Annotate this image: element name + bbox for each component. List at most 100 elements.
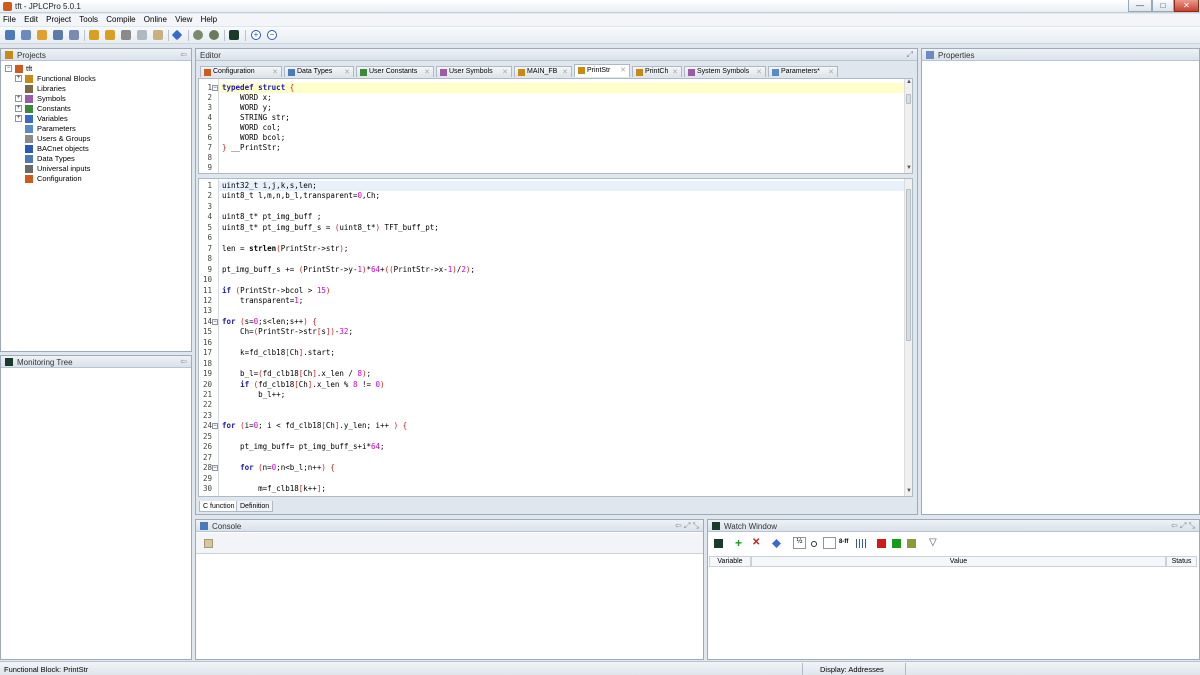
open-folder-icon[interactable] <box>37 30 47 40</box>
expand-icon[interactable]: + <box>15 115 22 122</box>
expand-icon[interactable]: + <box>15 95 22 102</box>
line-number: 9 <box>207 264 212 274</box>
pin-icon[interactable]: ⇦ <box>180 357 187 366</box>
line-number: 22 <box>202 400 212 410</box>
editor-tab[interactable]: User Constants ✕ <box>356 66 434 77</box>
save-all-icon[interactable] <box>69 30 79 40</box>
pin-icon[interactable]: ⇦ <box>180 50 187 59</box>
editor-tab-label: Configuration <box>213 68 255 75</box>
tab-icon <box>688 69 695 76</box>
expand-icon[interactable]: + <box>15 105 22 112</box>
filter-icon[interactable]: ▽ <box>929 538 938 548</box>
line-number: 8 <box>207 153 212 162</box>
undo-icon[interactable] <box>89 30 99 40</box>
paste-icon[interactable] <box>153 30 163 40</box>
editor-tab[interactable]: Parameters* ✕ <box>768 66 838 77</box>
line-number: 4 <box>207 212 212 222</box>
close-tab-icon[interactable]: ✕ <box>620 66 626 74</box>
close-tab-icon[interactable]: ✕ <box>562 68 568 76</box>
tab-c-function[interactable]: C function <box>199 501 239 512</box>
line-number: 2 <box>207 191 212 201</box>
maximize-panel-icon[interactable]: ⤢ <box>907 50 913 60</box>
cut-icon[interactable] <box>121 30 131 40</box>
close-tab-icon[interactable]: ✕ <box>502 68 508 76</box>
menu-tools[interactable]: Tools <box>76 14 101 24</box>
add-variable-icon[interactable]: + <box>735 537 744 549</box>
close-tab-icon[interactable]: ✕ <box>344 68 350 76</box>
projects-icon <box>5 51 13 59</box>
scroll-up-icon[interactable]: ▲ <box>905 79 912 87</box>
redo-icon[interactable] <box>105 30 115 40</box>
fold-icon[interactable]: − <box>212 423 218 430</box>
red-flag-icon[interactable] <box>877 539 886 548</box>
menu-project[interactable]: Project <box>43 14 74 24</box>
fold-icon[interactable]: − <box>212 465 218 472</box>
radio-icon[interactable] <box>811 541 817 547</box>
zoom-in-icon[interactable]: + <box>251 30 261 40</box>
code-editor-pane[interactable]: ▼ 1 uint32_t i,j,k,s,len; 2 uint8_t l,m,n,b… <box>198 178 913 497</box>
column-variable[interactable]: Variable <box>709 556 751 567</box>
editor-tab-label: Parameters* <box>781 68 820 75</box>
expand-icon[interactable]: + <box>15 75 22 82</box>
line-number: 12 <box>202 295 212 305</box>
save-icon[interactable] <box>53 30 63 40</box>
menu-file[interactable]: File <box>0 14 19 24</box>
fold-icon[interactable]: − <box>212 318 218 325</box>
toggle-display-icon[interactable] <box>823 537 836 549</box>
tree-root-label: tft <box>26 64 33 73</box>
editor-tab[interactable]: PrintCh ✕ <box>632 66 682 77</box>
struct-scrollbar[interactable]: ▲ ▼ <box>904 79 912 173</box>
menu-help[interactable]: Help <box>198 14 220 24</box>
bits-display-button[interactable]: 8-ff <box>839 539 853 548</box>
close-tab-icon[interactable]: ✕ <box>272 68 278 76</box>
scroll-down-icon[interactable]: ▼ <box>905 488 912 496</box>
menu-view[interactable]: View <box>172 14 195 24</box>
editor-tab[interactable]: User Symbols ✕ <box>436 66 512 77</box>
copy-icon[interactable] <box>137 30 147 40</box>
new-file-icon[interactable] <box>21 30 31 40</box>
editor-tab[interactable]: Data Types ✕ <box>284 66 354 77</box>
download-icon[interactable] <box>171 29 183 41</box>
struct-definition-pane[interactable]: ▲ ▼ 1− typedef struct {2 WORD x; 3 WORD y;… <box>198 78 913 174</box>
maximize-button[interactable]: □ <box>1152 0 1174 12</box>
build-gear-icon[interactable] <box>209 30 219 40</box>
pin-icon[interactable]: ⇦ ⤢ ⤡ <box>675 521 699 531</box>
tab-definition[interactable]: Definition <box>236 501 274 512</box>
code-scrollbar[interactable]: ▼ <box>904 179 912 496</box>
editor-tab[interactable]: PrintStr ✕ <box>574 64 630 77</box>
line-number: 11 <box>202 285 212 295</box>
fold-icon[interactable]: − <box>212 85 218 91</box>
editor-tab[interactable]: Configuration ✕ <box>200 66 282 77</box>
fraction-display-button[interactable]: ½ <box>793 537 806 549</box>
editor-tab[interactable]: MAIN_FB ✕ <box>514 66 572 77</box>
column-status[interactable]: Status <box>1166 556 1197 567</box>
scroll-thumb[interactable] <box>906 189 911 341</box>
close-button[interactable]: ✕ <box>1174 0 1199 12</box>
monitor-icon[interactable] <box>714 539 723 548</box>
zoom-out-icon[interactable]: − <box>267 30 277 40</box>
scroll-down-icon[interactable]: ▼ <box>905 165 912 173</box>
editor-tab[interactable]: System Symbols ✕ <box>684 66 766 77</box>
compile-gear-icon[interactable] <box>193 30 203 40</box>
scroll-thumb[interactable] <box>906 94 911 104</box>
menu-online[interactable]: Online <box>141 14 170 24</box>
monitor-icon[interactable] <box>229 30 239 40</box>
close-tab-icon[interactable]: ✕ <box>828 68 834 76</box>
clear-console-icon[interactable] <box>204 539 213 548</box>
close-tab-icon[interactable]: ✕ <box>424 68 430 76</box>
close-tab-icon[interactable]: ✕ <box>672 68 678 76</box>
minimize-button[interactable]: — <box>1128 0 1152 12</box>
menu-edit[interactable]: Edit <box>21 14 41 24</box>
menu-compile[interactable]: Compile <box>103 14 138 24</box>
code-line: uint8_t* pt_img_buff_s = (uint8_t*) TFT_… <box>222 222 439 232</box>
column-value[interactable]: Value <box>751 556 1166 567</box>
collapse-icon[interactable]: − <box>5 65 12 72</box>
remove-variable-icon[interactable]: ✕ <box>752 538 761 548</box>
pin-icon[interactable]: ⇦ ⤢ ⤡ <box>1171 521 1195 531</box>
new-project-icon[interactable] <box>5 30 15 40</box>
close-tab-icon[interactable]: ✕ <box>756 68 762 76</box>
flag-icon[interactable] <box>907 539 916 548</box>
editor-panel-header: Editor ⤢ <box>196 49 917 61</box>
binary-display-icon[interactable] <box>856 539 866 548</box>
green-flag-icon[interactable] <box>892 539 901 548</box>
